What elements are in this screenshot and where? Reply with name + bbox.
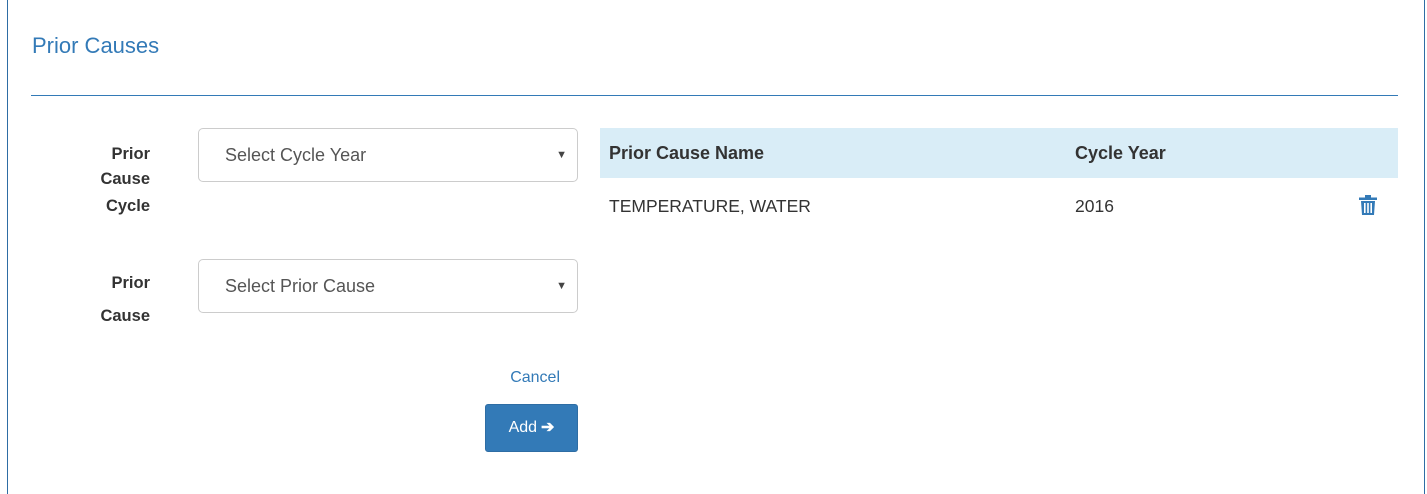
- add-button[interactable]: Add ➔: [485, 404, 578, 452]
- table-row: TEMPERATURE, WATER 2016: [600, 178, 1398, 230]
- column-header-cycle-year: Cycle Year: [1075, 143, 1166, 163]
- table-header: Prior Cause Name Cycle Year: [600, 128, 1398, 178]
- prior-cause-select[interactable]: Select Prior Cause ▼: [198, 259, 578, 313]
- title-divider: [31, 95, 1398, 96]
- label-line: Prior: [111, 274, 150, 292]
- caret-down-icon: ▼: [556, 149, 567, 161]
- cycle-year-select[interactable]: Select Cycle Year ▼: [198, 128, 578, 182]
- add-button-label: Add: [508, 419, 538, 436]
- prior-causes-panel: Prior Causes Prior Cause Cycle Select Cy…: [0, 0, 1427, 494]
- cancel-link[interactable]: Cancel: [500, 369, 560, 387]
- prior-cause-select-value: Select Prior Cause: [225, 276, 376, 296]
- trash-icon[interactable]: [1357, 194, 1379, 216]
- prior-cause-label: Prior Cause: [78, 268, 150, 332]
- cell-prior-cause-name: TEMPERATURE, WATER: [609, 196, 811, 216]
- panel-left-border: [7, 0, 8, 494]
- prior-cause-cycle-label: Prior Cause Cycle: [78, 139, 150, 222]
- arrow-right-icon: ➔: [541, 419, 555, 436]
- cycle-year-select-value: Select Cycle Year: [225, 145, 367, 165]
- prior-causes-table: Prior Cause Name Cycle Year TEMPERATURE,…: [600, 128, 1398, 230]
- column-header-prior-cause-name: Prior Cause Name: [609, 143, 765, 163]
- caret-down-icon: ▼: [556, 280, 567, 292]
- panel-right-border: [1424, 0, 1425, 494]
- label-line: Cycle: [105, 197, 150, 215]
- panel-title: Prior Causes: [32, 33, 160, 58]
- cell-cycle-year: 2016: [1075, 196, 1114, 216]
- label-line: Cause: [100, 307, 150, 325]
